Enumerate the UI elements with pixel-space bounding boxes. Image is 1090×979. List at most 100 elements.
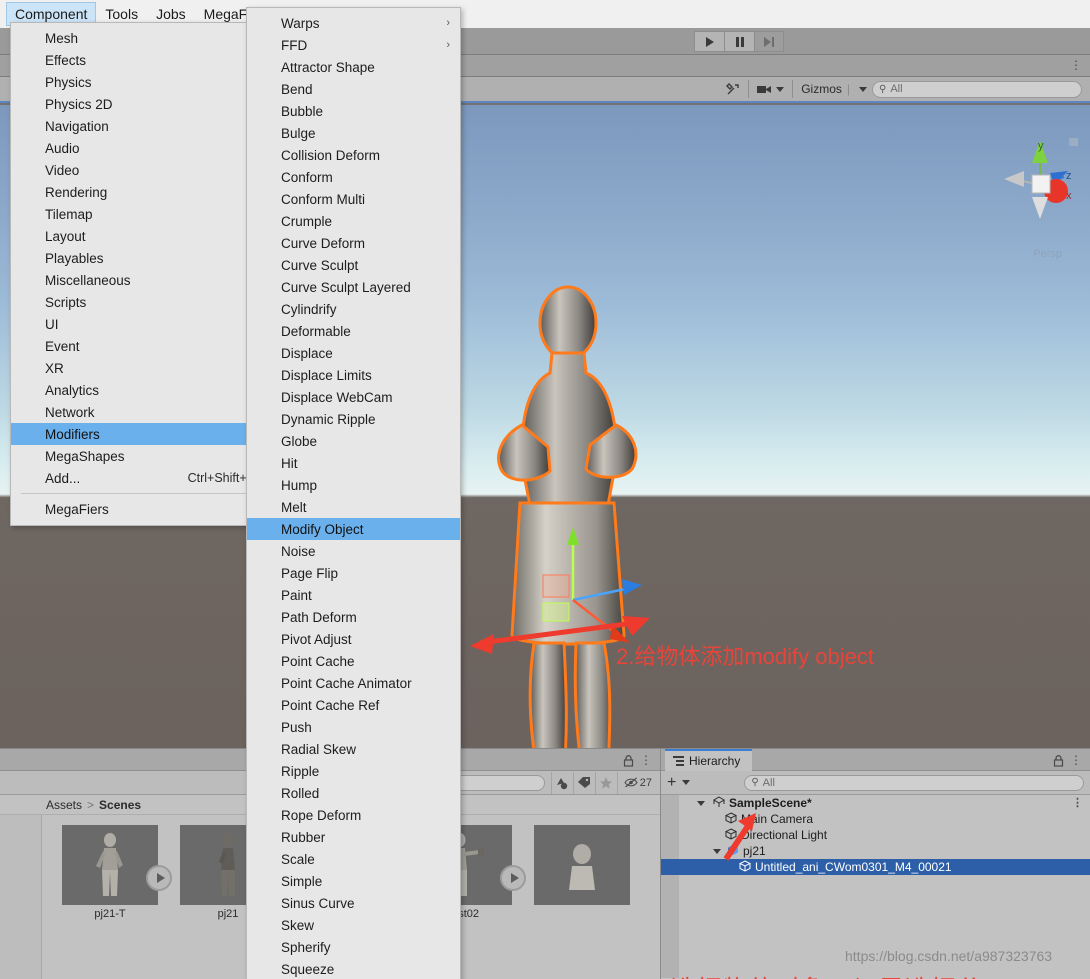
scene-search-input[interactable]: ⚲ All xyxy=(872,80,1082,98)
component-menu-item-miscellaneous[interactable]: Miscellaneous› xyxy=(11,269,267,291)
modifiers-menu-item-collision-deform[interactable]: Collision Deform xyxy=(247,144,460,166)
gizmo-lock-icon[interactable] xyxy=(1069,138,1078,146)
modifiers-menu-item-attractor-shape[interactable]: Attractor Shape xyxy=(247,56,460,78)
modifiers-menu-item-paint[interactable]: Paint xyxy=(247,584,460,606)
modifiers-menu-item-rolled[interactable]: Rolled xyxy=(247,782,460,804)
tab-hierarchy[interactable]: Hierarchy xyxy=(665,749,753,771)
modifiers-menu-item-warps[interactable]: Warps › xyxy=(247,12,460,34)
component-dropdown-menu[interactable]: Mesh›Effects›Physics›Physics 2D›Navigati… xyxy=(10,22,268,526)
modifiers-menu-item-curve-sculpt[interactable]: Curve Sculpt xyxy=(247,254,460,276)
modifiers-menu-item-displace[interactable]: Displace xyxy=(247,342,460,364)
projection-label[interactable]: Persp xyxy=(1033,248,1062,260)
component-menu-item-playables[interactable]: Playables› xyxy=(11,247,267,269)
pause-button[interactable] xyxy=(724,31,754,52)
scene-row-kebab-icon[interactable]: ⋮ xyxy=(1072,796,1083,809)
modifiers-menu-item-skew[interactable]: Skew xyxy=(247,914,460,936)
modifiers-menu-item-displace-limits[interactable]: Displace Limits xyxy=(247,364,460,386)
modifiers-menu-item-radial-skew[interactable]: Radial Skew xyxy=(247,738,460,760)
component-menu-item-add[interactable]: Add... Ctrl+Shift+A xyxy=(11,467,267,489)
asset-thumbnail[interactable] xyxy=(62,825,172,905)
component-menu-item-xr[interactable]: XR› xyxy=(11,357,267,379)
component-menu-item-video[interactable]: Video› xyxy=(11,159,267,181)
modifiers-menu-item-conform-multi[interactable]: Conform Multi xyxy=(247,188,460,210)
component-menu-item-scripts[interactable]: Scripts› xyxy=(11,291,267,313)
modifiers-menu-item-pivot-adjust[interactable]: Pivot Adjust xyxy=(247,628,460,650)
modifiers-menu-item-page-flip[interactable]: Page Flip xyxy=(247,562,460,584)
project-folder-tree[interactable] xyxy=(0,815,42,979)
step-button[interactable] xyxy=(754,31,784,52)
orientation-gizmo[interactable]: y z x Persp xyxy=(994,135,1084,260)
modifiers-menu-item-sinus-curve[interactable]: Sinus Curve xyxy=(247,892,460,914)
search-by-type-icon[interactable] xyxy=(550,771,573,794)
modifiers-menu-item-path-deform[interactable]: Path Deform xyxy=(247,606,460,628)
favorite-star-icon[interactable] xyxy=(594,771,617,794)
modifiers-menu-item-displace-webcam[interactable]: Displace WebCam xyxy=(247,386,460,408)
modifiers-menu-item-spherify[interactable]: Spherify xyxy=(247,936,460,958)
component-menu-item-rendering[interactable]: Rendering› xyxy=(11,181,267,203)
modifiers-menu-item-push[interactable]: Push xyxy=(247,716,460,738)
modifiers-menu-item-curve-sculpt-layered[interactable]: Curve Sculpt Layered xyxy=(247,276,460,298)
project-kebab-icon[interactable]: ⋮ xyxy=(640,753,652,767)
hierarchy-row-samplescene[interactable]: SampleScene* ⋮ xyxy=(661,795,1090,811)
asset-play-icon[interactable] xyxy=(146,865,172,891)
modifiers-menu-item-crumple[interactable]: Crumple xyxy=(247,210,460,232)
breadcrumb-assets[interactable]: Assets xyxy=(46,798,82,812)
modifiers-menu-item-conform[interactable]: Conform xyxy=(247,166,460,188)
modifiers-menu-item-deformable[interactable]: Deformable xyxy=(247,320,460,342)
modifiers-submenu[interactable]: Warps › FFD › Attractor Shape Bend Bubble Bulge… xyxy=(246,7,461,979)
modifiers-menu-item-globe[interactable]: Globe xyxy=(247,430,460,452)
asset-play-icon[interactable] xyxy=(500,865,526,891)
modifiers-menu-item-bubble[interactable]: Bubble xyxy=(247,100,460,122)
component-menu-item-modifiers[interactable]: Modifiers› xyxy=(11,423,267,445)
component-menu-item-tilemap[interactable]: Tilemap› xyxy=(11,203,267,225)
project-lock-icon[interactable] xyxy=(623,754,634,772)
modifiers-menu-item-rubber[interactable]: Rubber xyxy=(247,826,460,848)
hidden-objects-count[interactable]: 27 xyxy=(616,771,658,794)
asset-thumbnail[interactable] xyxy=(534,825,630,905)
modifiers-menu-item-ripple[interactable]: Ripple xyxy=(247,760,460,782)
component-menu-item-event[interactable]: Event› xyxy=(11,335,267,357)
character-model[interactable] xyxy=(490,275,650,748)
component-menu-item-ui[interactable]: UI› xyxy=(11,313,267,335)
modifiers-menu-item-simple[interactable]: Simple xyxy=(247,870,460,892)
modifiers-menu-item-hit[interactable]: Hit xyxy=(247,452,460,474)
modifiers-menu-item-modify-object[interactable]: Modify Object xyxy=(247,518,460,540)
hierarchy-lock-icon[interactable] xyxy=(1053,754,1064,772)
modifiers-menu-item-cylindrify[interactable]: Cylindrify xyxy=(247,298,460,320)
component-menu-item-effects[interactable]: Effects› xyxy=(11,49,267,71)
expand-arrow-icon[interactable] xyxy=(697,800,705,806)
scene-kebab-icon[interactable]: ⋮ xyxy=(1070,59,1082,71)
component-menu-item-megashapes[interactable]: MegaShapes› xyxy=(11,445,267,467)
modifiers-menu-item-dynamic-ripple[interactable]: Dynamic Ripple xyxy=(247,408,460,430)
modifiers-menu-item-bend[interactable]: Bend xyxy=(247,78,460,100)
search-by-label-icon[interactable] xyxy=(572,771,595,794)
play-button[interactable] xyxy=(694,31,724,52)
modifiers-menu-item-point-cache-animator[interactable]: Point Cache Animator xyxy=(247,672,460,694)
component-menu-item-physics-2d[interactable]: Physics 2D› xyxy=(11,93,267,115)
modifiers-menu-item-curve-deform[interactable]: Curve Deform xyxy=(247,232,460,254)
component-menu-item-mesh[interactable]: Mesh› xyxy=(11,27,267,49)
tools-icon[interactable] xyxy=(721,79,745,99)
component-menu-item-analytics[interactable]: Analytics› xyxy=(11,379,267,401)
modifiers-menu-item-hump[interactable]: Hump xyxy=(247,474,460,496)
camera-dropdown-icon[interactable] xyxy=(776,86,785,92)
modifiers-menu-item-rope-deform[interactable]: Rope Deform xyxy=(247,804,460,826)
hierarchy-kebab-icon[interactable]: ⋮ xyxy=(1070,753,1082,767)
breadcrumb-scenes[interactable]: Scenes xyxy=(99,798,141,812)
asset-item[interactable] xyxy=(534,825,630,920)
modifiers-menu-item-ffd[interactable]: FFD › xyxy=(247,34,460,56)
modifiers-menu-item-bulge[interactable]: Bulge xyxy=(247,122,460,144)
component-menu-item-physics[interactable]: Physics› xyxy=(11,71,267,93)
modifiers-menu-item-scale[interactable]: Scale xyxy=(247,848,460,870)
modifiers-menu-item-point-cache[interactable]: Point Cache xyxy=(247,650,460,672)
component-menu-item-navigation[interactable]: Navigation› xyxy=(11,115,267,137)
gizmos-button[interactable]: Gizmos | xyxy=(796,79,872,99)
camera-icon[interactable] xyxy=(752,79,789,99)
component-menu-item-network[interactable]: Network› xyxy=(11,401,267,423)
component-menu-item-layout[interactable]: Layout› xyxy=(11,225,267,247)
modifiers-menu-item-noise[interactable]: Noise xyxy=(247,540,460,562)
component-menu-item-audio[interactable]: Audio› xyxy=(11,137,267,159)
hierarchy-search-input[interactable]: ⚲ All xyxy=(744,774,1084,791)
add-dropdown-icon[interactable] xyxy=(682,780,691,785)
add-gameobject-button[interactable]: + xyxy=(667,774,691,792)
